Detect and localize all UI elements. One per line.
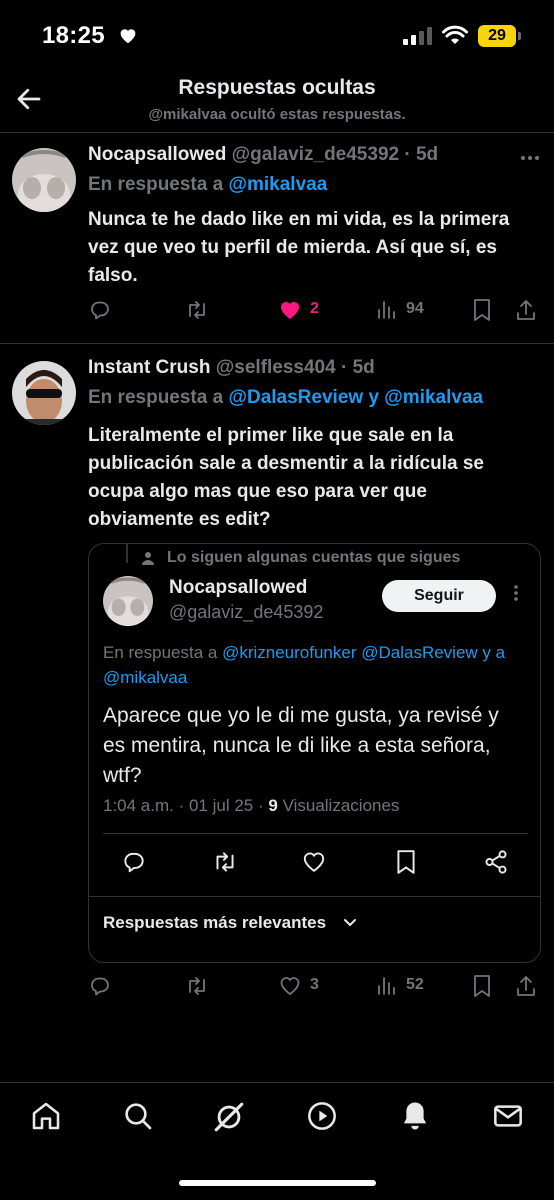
notifications-icon[interactable] [400,1100,430,1132]
author-handle[interactable]: @selfless404 [216,357,336,378]
like-button[interactable]: 3 [278,974,319,996]
reply-icon [91,301,109,320]
bookmark-icon[interactable] [472,974,492,998]
share-icon[interactable] [483,849,509,875]
repost-button[interactable] [184,298,210,322]
share-icon[interactable] [514,974,538,998]
reply-button[interactable] [88,974,112,998]
avatar[interactable] [12,361,76,425]
repost-icon[interactable] [211,849,239,875]
tweet-actions [89,849,542,879]
like-button[interactable]: 2 [278,298,319,320]
tweet-meta: 1:04 a.m. · 01 jul 25 · 9 Visualizacione… [103,796,399,816]
heart-icon [281,302,299,319]
more-vertical-icon[interactable] [513,584,519,602]
views-button[interactable]: 94 [376,298,424,320]
reply-context: En respuesta a @mikalvaa [88,174,327,196]
cellular-signal-icon [403,27,432,45]
like-count: 3 [310,976,319,993]
tweet-item[interactable]: Nocapsallowed @galaviz_de45392 · 5d En r… [0,132,554,342]
reply-prefix: En respuesta a [88,174,229,195]
views-count: 94 [406,300,424,317]
reply-context: En respuesta a @DalasReview y @mikalvaa [88,387,483,409]
messages-icon[interactable] [492,1100,524,1132]
author-name[interactable]: Nocapsallowed [88,144,226,165]
reply-icon [91,977,109,996]
author-name[interactable]: Instant Crush [88,357,210,378]
like-count: 2 [310,300,319,317]
reply-context: En respuesta a @krizneurofunker @DalasRe… [103,640,533,690]
tweet-text: Aparece que yo le di me gusta, ya revisé… [103,704,499,787]
tweet-actions: 2 94 [0,298,554,328]
reply-prefix: En respuesta a [103,643,223,662]
author-handle[interactable]: @galaviz_de45392 [232,144,399,165]
thread-line [126,543,128,563]
share-icon[interactable] [514,298,538,322]
reply-mention[interactable]: @mikalvaa [228,174,327,195]
divider [89,896,540,897]
divider [103,833,528,834]
chevron-down-icon[interactable] [343,918,357,928]
tweet-actions: 3 52 [0,974,554,1004]
reply-mention[interactable]: @DalasReview y @mikalvaa [228,387,483,408]
heart-status-icon [120,29,136,44]
page-header: Respuestas ocultas @mikalvaa ocultó esta… [0,70,554,132]
bookmark-icon[interactable] [395,849,417,875]
status-time: 18:25 [42,22,105,49]
page-subtitle: @mikalvaa ocultó estas respuestas. [148,106,406,123]
views-icon [378,977,395,995]
tweet-text: Nunca te he dado like en mi vida, es la … [88,209,510,286]
repost-button[interactable] [184,974,210,998]
reply-sort-dropdown[interactable]: Respuestas más relevantes [103,913,326,933]
tweet-time: · 5d [404,144,439,165]
tweet-time: · 5d [340,357,375,378]
wifi-icon [442,25,468,44]
search-icon[interactable] [122,1100,154,1132]
views-count: 52 [406,976,424,993]
reply-icon[interactable] [121,849,147,875]
tweet-author[interactable]: Instant Crush @selfless404 · 5d [88,357,375,379]
status-bar: 18:25 29 [0,0,554,70]
person-icon [142,552,154,565]
author-name[interactable]: Nocapsallowed [169,577,307,599]
follow-button[interactable]: Seguir [382,580,496,612]
video-icon[interactable] [306,1100,338,1132]
page-title: Respuestas ocultas [178,76,376,99]
reply-button[interactable] [88,298,112,322]
repost-icon [189,977,205,995]
grok-icon[interactable] [212,1100,246,1134]
views-button[interactable]: 52 [376,974,424,996]
repost-icon [189,301,205,319]
battery-nub [518,32,521,40]
reply-prefix: En respuesta a [88,387,229,408]
heart-icon[interactable] [301,849,327,873]
avatar[interactable] [12,148,76,212]
avatar[interactable] [103,576,153,626]
home-indicator[interactable] [179,1180,376,1186]
quoted-tweet-card[interactable]: Lo siguen algunas cuentas que sigues Noc… [88,543,541,963]
heart-icon [280,977,300,996]
more-icon[interactable] [520,146,540,167]
views-count: 9 [268,796,278,815]
views-label: Visualizaciones [277,796,400,815]
tweet-timestamp: 1:04 a.m. · 01 jul 25 · [103,796,269,815]
tweet-author[interactable]: Nocapsallowed @galaviz_de45392 · 5d [88,144,438,166]
bookmark-icon[interactable] [472,298,492,322]
battery-indicator: 29 [478,25,516,47]
views-icon [378,301,395,319]
home-icon[interactable] [30,1100,62,1132]
social-context: Lo siguen algunas cuentas que sigues [167,549,461,566]
tweet-text: Literalmente el primer like que sale en … [88,425,484,530]
author-handle[interactable]: @galaviz_de45392 [169,602,323,623]
